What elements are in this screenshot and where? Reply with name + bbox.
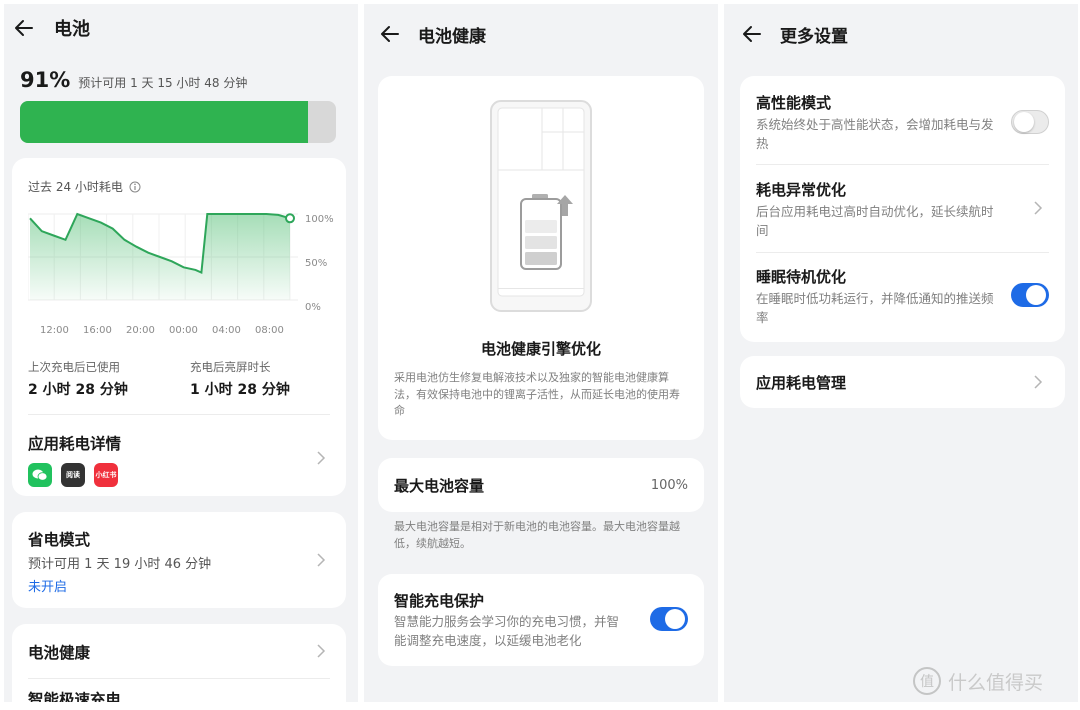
settings-card: 高性能模式 系统始终处于高性能状态，会增加耗电与发热 耗电异常优化 后台应用耗电… bbox=[740, 76, 1065, 342]
y-tick-50: 50% bbox=[305, 258, 328, 269]
phone-battery-illustration bbox=[490, 100, 592, 312]
xiaohongshu-icon: 小红书 bbox=[94, 463, 118, 487]
page-title: 电池健康 bbox=[418, 26, 486, 47]
chevron-right-icon bbox=[317, 553, 326, 567]
power-saver-estimate: 预计可用 1 天 19 小时 46 分钟 bbox=[28, 557, 212, 572]
sleep-standby-title: 睡眠待机优化 bbox=[756, 268, 847, 286]
chart-header: 过去 24 小时耗电 bbox=[28, 178, 141, 195]
high-performance-title: 高性能模式 bbox=[756, 94, 832, 112]
watermark: 值 什么值得买 bbox=[912, 666, 1043, 696]
smart-charge-title: 智能充电保护 bbox=[394, 592, 485, 610]
max-capacity-value: 100% bbox=[650, 478, 688, 493]
x-tick: 00:00 bbox=[169, 325, 198, 336]
abnormal-optimization-row[interactable]: 耗电异常优化 后台应用耗电过高时自动优化，延长续航时间 bbox=[740, 164, 1065, 252]
y-tick-100: 100% bbox=[305, 214, 334, 225]
wechat-icon bbox=[28, 463, 52, 487]
engine-title: 电池健康引擎优化 bbox=[480, 340, 601, 358]
divider bbox=[28, 414, 330, 415]
smart-charge-description: 智慧能力服务会学习你的充电习惯，并智能调整充电速度，以延缓电池老化 bbox=[394, 614, 620, 648]
news-app-icon: 阅读 bbox=[61, 463, 85, 487]
back-arrow-icon[interactable] bbox=[12, 16, 36, 40]
abnormal-optimization-title: 耗电异常优化 bbox=[756, 181, 847, 199]
x-tick: 12:00 bbox=[40, 325, 69, 336]
divider bbox=[28, 678, 330, 679]
watermark-text: 什么值得买 bbox=[948, 671, 1044, 694]
screen-on-label: 充电后亮屏时长 bbox=[190, 360, 271, 374]
fast-charge-label[interactable]: 智能极速充电 bbox=[28, 688, 121, 702]
info-icon[interactable] bbox=[129, 181, 141, 193]
power-saver-title: 省电模式 bbox=[28, 531, 91, 549]
svg-text:值: 值 bbox=[920, 674, 934, 690]
battery-percent: 91% bbox=[20, 68, 71, 92]
app-power-management-label: 应用耗电管理 bbox=[756, 374, 847, 392]
battery-header: 电池 bbox=[4, 4, 358, 56]
x-tick: 20:00 bbox=[126, 325, 155, 336]
usage-card: 过去 24 小时耗电 100% 50% 0% 12:00 16:00 20:00… bbox=[12, 158, 346, 496]
high-performance-description: 系统始终处于高性能状态，会增加耗电与发热 bbox=[756, 117, 994, 151]
battery-summary: 91% 预计可用 1 天 15 小时 48 分钟 bbox=[20, 68, 247, 92]
more-settings-panel: 更多设置 高性能模式 系统始终处于高性能状态，会增加耗电与发热 耗电异常优化 后… bbox=[724, 4, 1078, 702]
battery-panel: 电池 91% 预计可用 1 天 15 小时 48 分钟 过去 24 小时耗电 1… bbox=[4, 4, 358, 702]
max-capacity-label: 最大电池容量 bbox=[394, 477, 485, 495]
health-header: 电池健康 bbox=[364, 6, 718, 62]
high-performance-row: 高性能模式 系统始终处于高性能状态，会增加耗电与发热 bbox=[740, 76, 1065, 164]
app-usage-row[interactable]: 应用耗电详情 阅读 小红书 bbox=[12, 418, 346, 494]
power-saver-card[interactable]: 省电模式 预计可用 1 天 19 小时 46 分钟 未开启 bbox=[12, 512, 346, 608]
y-tick-0: 0% bbox=[305, 302, 321, 313]
engine-card: 电池健康引擎优化 采用电池仿生修复电解液技术以及独家的智能电池健康算法，有效保持… bbox=[378, 76, 704, 440]
max-capacity-row: 最大电池容量 100% bbox=[378, 458, 704, 512]
more-header: 更多设置 bbox=[724, 6, 1078, 62]
abnormal-optimization-description: 后台应用耗电过高时自动优化，延长续航时间 bbox=[756, 204, 994, 238]
x-tick: 04:00 bbox=[212, 325, 241, 336]
sleep-standby-row: 睡眠待机优化 在睡眠时低功耗运行，并降低通知的推送频率 bbox=[740, 252, 1065, 342]
battery-level-fill bbox=[20, 101, 308, 143]
battery-level-bar bbox=[20, 101, 336, 143]
capacity-note: 最大电池容量是相对于新电池的电池容量。最大电池容量越低，续航越短。 bbox=[394, 520, 680, 550]
high-performance-toggle[interactable] bbox=[1011, 110, 1049, 134]
engine-description: 采用电池仿生修复电解液技术以及独家的智能电池健康算法，有效保持电池中的锂离子活性… bbox=[394, 371, 680, 417]
battery-health-panel: 电池健康 电池健康引擎优化 采用电池仿生修复电解液技术以及独家的智能电池健康算法… bbox=[364, 4, 718, 702]
battery-estimate: 预计可用 1 天 15 小时 48 分钟 bbox=[78, 76, 248, 90]
power-saver-status: 未开启 bbox=[28, 580, 68, 595]
usage-chart bbox=[28, 212, 298, 301]
smart-charge-toggle[interactable] bbox=[650, 607, 688, 631]
chevron-right-icon bbox=[317, 451, 326, 465]
watermark-logo-icon: 值 bbox=[913, 667, 941, 695]
battery-health-row[interactable]: 电池健康 bbox=[12, 624, 346, 678]
toggle-knob bbox=[665, 609, 685, 629]
screen-on-value: 1 小时 28 分钟 bbox=[190, 382, 290, 398]
sleep-standby-description: 在睡眠时低功耗运行，并降低通知的推送频率 bbox=[756, 291, 994, 325]
chevron-right-icon bbox=[1034, 201, 1043, 215]
current-point bbox=[285, 213, 295, 224]
toggle-knob bbox=[1014, 112, 1034, 132]
sleep-standby-toggle[interactable] bbox=[1011, 283, 1049, 307]
back-arrow-icon[interactable] bbox=[740, 22, 764, 46]
since-charge-value: 2 小时 28 分钟 bbox=[28, 382, 128, 398]
x-tick: 08:00 bbox=[255, 325, 284, 336]
battery-health-label: 电池健康 bbox=[28, 644, 91, 662]
chevron-right-icon bbox=[1034, 375, 1043, 389]
health-card: 电池健康 智能极速充电 bbox=[12, 624, 346, 702]
back-arrow-icon[interactable] bbox=[378, 22, 402, 46]
page-title: 电池 bbox=[54, 19, 90, 40]
app-power-management-row[interactable]: 应用耗电管理 bbox=[740, 356, 1065, 408]
smart-charge-row: 智能充电保护 智慧能力服务会学习你的充电习惯，并智能调整充电速度，以延缓电池老化 bbox=[378, 574, 704, 666]
x-tick: 16:00 bbox=[83, 325, 112, 336]
chevron-right-icon bbox=[317, 644, 326, 658]
since-charge-label: 上次充电后已使用 bbox=[28, 360, 120, 374]
app-usage-label: 应用耗电详情 bbox=[28, 435, 122, 453]
page-title: 更多设置 bbox=[780, 26, 848, 47]
chart-label: 过去 24 小时耗电 bbox=[28, 180, 123, 194]
toggle-knob bbox=[1026, 285, 1046, 305]
